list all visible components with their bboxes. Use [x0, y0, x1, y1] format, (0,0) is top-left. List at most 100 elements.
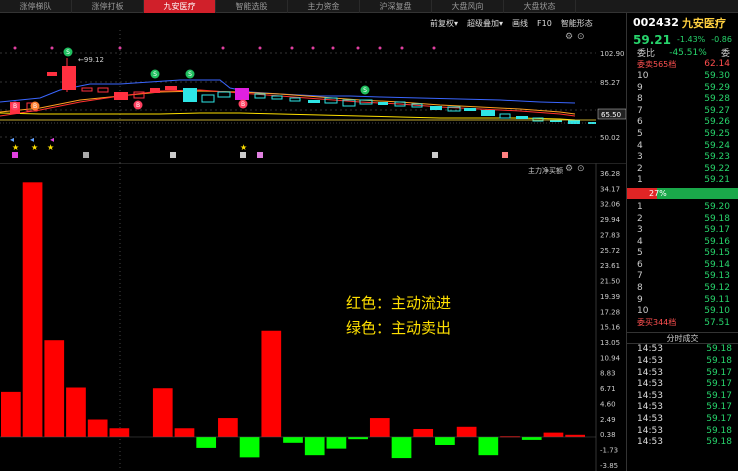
sell-head-row: 委卖565档 62.14 — [627, 59, 738, 71]
sell-price: 59.27 — [704, 105, 730, 116]
buy-level: 10 — [637, 306, 649, 317]
flow-bar — [44, 340, 65, 437]
tab-market-state[interactable]: 大盘状态 — [504, 0, 576, 13]
sell-price: 59.30 — [704, 70, 730, 81]
sell-level: 2 — [637, 163, 643, 174]
sell-row[interactable]: 9 59.29 — [627, 82, 738, 94]
flow-y-tick: 29.94 — [600, 216, 621, 224]
buy-level: 5 — [637, 248, 643, 259]
sell-row[interactable]: 8 59.28 — [627, 93, 738, 105]
last-price: 59.21 — [633, 32, 671, 47]
candlestick-chart[interactable]: S S S S B B B B ←99.12 ◂ ◂ ◂ ★ ★ ★ ★ 102… — [0, 30, 626, 165]
sell-row[interactable]: 5 59.25 — [627, 128, 738, 140]
trade-row: 14:53 59.17 — [627, 413, 738, 425]
overlay-dropdown[interactable]: 超级叠加▾ — [467, 18, 503, 29]
sell-row[interactable]: 7 59.27 — [627, 105, 738, 117]
trade-row: 14:53 59.18 — [627, 436, 738, 448]
chart-settings-icon[interactable]: ⚙ — [565, 32, 573, 42]
flow-bar — [456, 426, 477, 437]
tab-smart-pick[interactable]: 智能选股 — [216, 0, 288, 13]
flow-bar — [87, 419, 108, 437]
trade-time: 14:53 — [637, 344, 663, 355]
svg-text:★: ★ — [240, 143, 247, 152]
flow-bar — [196, 436, 217, 448]
trade-time: 14:53 — [637, 414, 663, 425]
buy-row[interactable]: 2 59.18 — [627, 213, 738, 225]
flow-collapse-icon[interactable]: ⊙ — [577, 164, 585, 174]
tab-stock-active[interactable]: 九安医疗 — [144, 0, 216, 13]
sell-price: 59.21 — [704, 175, 730, 186]
tab-market-wind[interactable]: 大盘风向 — [432, 0, 504, 13]
flow-bar — [283, 436, 303, 443]
pattern-markers — [12, 152, 508, 158]
sell-price: 59.28 — [704, 94, 730, 105]
buy-row[interactable]: 4 59.16 — [627, 236, 738, 248]
sell-row[interactable]: 6 59.26 — [627, 117, 738, 129]
trade-price: 59.17 — [706, 367, 732, 378]
sell-head-price: 62.14 — [704, 59, 730, 70]
flow-bar — [218, 418, 238, 437]
flow-y-tick: 2.49 — [600, 416, 616, 424]
sell-badge-label: S — [66, 49, 70, 56]
buy-badge-label: B — [136, 102, 140, 109]
flow-bar — [1, 391, 21, 437]
sell-row[interactable]: 10 59.30 — [627, 70, 738, 82]
sell-row[interactable]: 1 59.21 — [627, 175, 738, 187]
buy-price: 59.20 — [704, 201, 730, 212]
sell-row[interactable]: 2 59.22 — [627, 163, 738, 175]
buy-head-price: 57.51 — [704, 317, 730, 328]
chart-collapse-icon[interactable]: ⊙ — [577, 32, 585, 42]
buy-row[interactable]: 10 59.10 — [627, 305, 738, 317]
candlestick-svg: S S S S B B B B ←99.12 ◂ ◂ ◂ ★ ★ ★ ★ 102… — [0, 30, 626, 165]
bid-ask-ratio-bar: 27% — [627, 188, 738, 200]
trade-price: 59.17 — [706, 379, 732, 390]
svg-text:★: ★ — [47, 143, 54, 152]
tab-market-review[interactable]: 沪深复盘 — [360, 0, 432, 13]
flow-y-tick: 36.28 — [600, 170, 620, 178]
flow-bar — [348, 436, 368, 440]
buy-row[interactable]: 8 59.12 — [627, 282, 738, 294]
trade-price: 59.18 — [706, 344, 732, 355]
draw-line-button[interactable]: 画线 — [512, 18, 528, 29]
buy-level: 3 — [637, 225, 643, 236]
flow-settings-icon[interactable]: ⚙ — [565, 164, 573, 174]
flow-bar — [391, 436, 412, 459]
buy-level: 8 — [637, 283, 643, 294]
trade-price: 59.17 — [706, 390, 732, 401]
sell-level: 5 — [637, 128, 643, 139]
buy-price: 59.15 — [704, 248, 730, 259]
sell-orderbook: 10 59.30 9 59.29 8 59.28 7 59.27 6 59.26 5 59.25 4 59… — [627, 70, 738, 186]
trade-price: 59.18 — [706, 437, 732, 448]
trades-title[interactable]: 分时成交 — [627, 331, 738, 344]
weibi-label: 委比 — [637, 49, 656, 60]
sell-row[interactable]: 4 59.24 — [627, 140, 738, 152]
buy-row[interactable]: 1 59.20 — [627, 201, 738, 213]
sell-row[interactable]: 3 59.23 — [627, 151, 738, 163]
sell-head-label: 委卖565档 — [637, 59, 677, 69]
buy-row[interactable]: 7 59.13 — [627, 271, 738, 283]
flow-bar — [369, 418, 390, 437]
flow-bar — [435, 436, 455, 445]
flow-y-tick: 23.61 — [600, 262, 620, 270]
tab-zt-daban[interactable]: 涨停打板 — [72, 0, 144, 13]
sell-level: 8 — [637, 94, 643, 105]
buy-row[interactable]: 6 59.14 — [627, 259, 738, 271]
buy-row[interactable]: 9 59.11 — [627, 294, 738, 306]
last-price-tag: 65.50 — [601, 111, 621, 119]
legend-red-text: 红色：主动流进 — [346, 294, 451, 312]
price-axis-label: 50.02 — [600, 134, 620, 142]
signal-dots — [13, 46, 436, 50]
trade-time: 14:53 — [637, 402, 663, 413]
tab-zt-tidui[interactable]: 涨停梯队 — [0, 0, 72, 13]
trade-row: 14:53 59.18 — [627, 344, 738, 356]
f10-button[interactable]: F10 — [537, 19, 552, 28]
buy-row[interactable]: 5 59.15 — [627, 248, 738, 260]
buy-row[interactable]: 3 59.17 — [627, 224, 738, 236]
sell-signal-badges — [63, 47, 370, 95]
flow-bar — [239, 436, 260, 458]
adjust-dropdown[interactable]: 前复权▾ — [430, 18, 458, 29]
sell-price: 59.24 — [704, 140, 730, 151]
tab-main-funds[interactable]: 主力资金 — [288, 0, 360, 13]
smart-pattern-button[interactable]: 智能形态 — [561, 18, 593, 29]
sell-level: 6 — [637, 117, 643, 128]
